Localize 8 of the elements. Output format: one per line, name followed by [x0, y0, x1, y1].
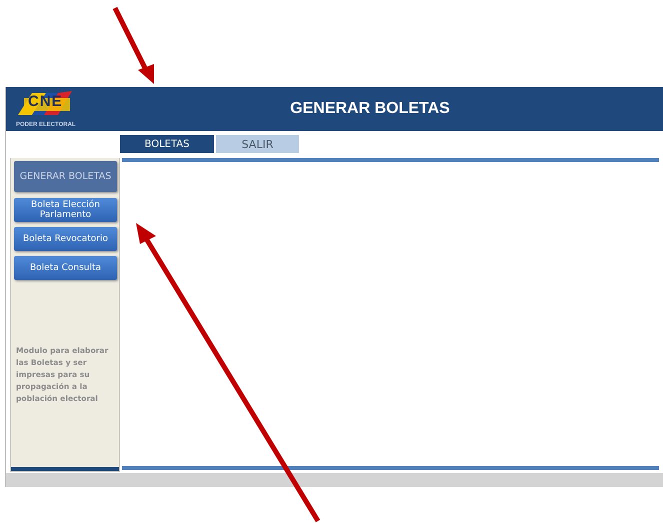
logo-text: CNE: [28, 93, 63, 110]
tab[interactable]: BOLETAS: [120, 135, 214, 153]
tab[interactable]: SALIR: [216, 135, 299, 153]
menu-button[interactable]: Boleta Elección Parlamento: [14, 198, 117, 222]
menu-button[interactable]: Boleta Consulta: [14, 256, 117, 280]
page-title: GENERAR BOLETAS: [289, 100, 451, 118]
menu-header-button[interactable]: GENERAR BOLETAS: [14, 161, 117, 192]
menu-button[interactable]: Boleta Revocatorio: [14, 227, 117, 251]
